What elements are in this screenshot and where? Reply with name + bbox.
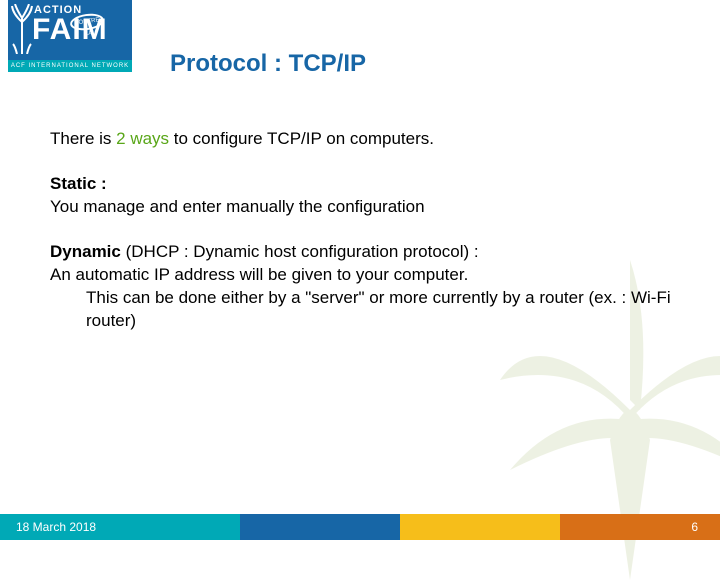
dynamic-paren: (DHCP : Dynamic host configuration proto… (121, 242, 479, 261)
static-body: You manage and enter manually the config… (50, 197, 425, 216)
dynamic-label: Dynamic (50, 242, 121, 261)
footer-page: 6 (560, 514, 720, 540)
dynamic-body-line1: An automatic IP address will be given to… (50, 265, 468, 284)
intro-pre: There is (50, 129, 116, 148)
footer-bar: 18 March 2018 6 (0, 514, 720, 540)
static-label: Static : (50, 174, 107, 193)
logo-plant-icon (11, 4, 33, 54)
footer-seg-blue (240, 514, 400, 540)
slide-title: Protocol : TCP/IP (170, 50, 680, 78)
static-block: Static : You manage and enter manually t… (50, 173, 680, 219)
dynamic-block: Dynamic (DHCP : Dynamic host configurati… (50, 241, 680, 333)
dynamic-body-line2: This can be done either by a "server" or… (50, 287, 680, 333)
intro-post: to configure TCP/IP on computers. (169, 129, 434, 148)
slide-content: Protocol : TCP/IP There is 2 ways to con… (50, 50, 680, 355)
slide-body: There is 2 ways to configure TCP/IP on c… (50, 128, 680, 333)
intro-line: There is 2 ways to configure TCP/IP on c… (50, 128, 680, 151)
footer-date: 18 March 2018 (0, 514, 240, 540)
intro-highlight: 2 ways (116, 129, 169, 148)
footer-seg-yellow (400, 514, 560, 540)
